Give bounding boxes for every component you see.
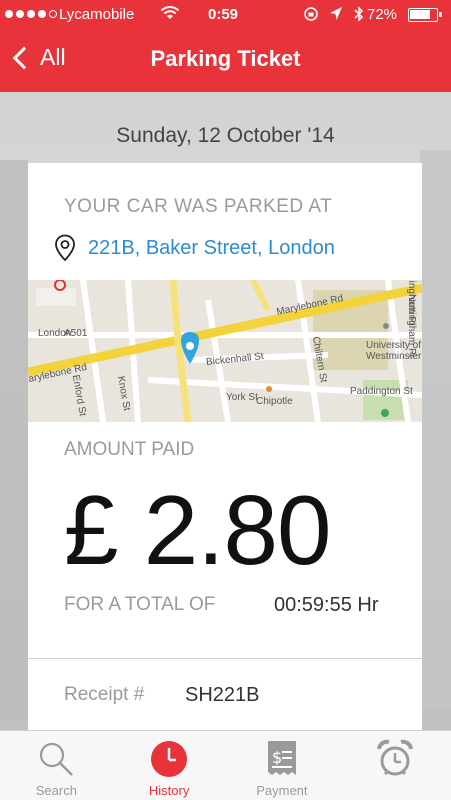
receipt-number: SH221B [185, 684, 260, 706]
background-building [420, 150, 451, 710]
wifi-icon [160, 6, 180, 19]
status-time: 0:59 [208, 6, 239, 23]
clock-icon [151, 741, 188, 777]
tab-search[interactable]: Search [0, 731, 113, 800]
map-label: Bingham Pl [406, 280, 418, 326]
location-icon [330, 7, 342, 20]
bluetooth-icon [354, 6, 364, 22]
map-label: A501 [64, 328, 88, 339]
battery-icon [408, 8, 442, 22]
location-map[interactable]: Marylebone Rd arylebone Rd London A501 B… [28, 280, 422, 422]
receipt-card: Receipt # SH221B [28, 658, 422, 730]
receipt-label: Receipt # [64, 684, 145, 705]
tab-history[interactable]: History [113, 731, 226, 800]
rotation-lock-icon [304, 7, 318, 21]
map-label: Chipotle [256, 396, 293, 407]
amount-paid-value: £ 2.80 [64, 475, 331, 585]
map-label: Paddington St [350, 386, 413, 397]
tab-alarm[interactable] [338, 731, 451, 800]
ticket-date: Sunday, 12 October '14 [116, 124, 335, 147]
map-graphic [28, 280, 422, 422]
receipt-icon: $ [267, 741, 296, 775]
parked-address[interactable]: 221B, Baker Street, London [88, 237, 335, 260]
carrier-name: Lycamobile [59, 6, 135, 23]
amount-paid-label: AMOUNT PAID [64, 439, 195, 460]
page-title: Parking Ticket [150, 46, 301, 71]
background-building [0, 160, 28, 720]
status-bar: Lycamobile 0:59 72% [0, 0, 451, 30]
tab-bar: Search History $ Payment [0, 730, 451, 800]
parked-location-card: YOUR CAR WAS PARKED AT 221B, Baker Stree… [28, 163, 422, 280]
location-pin-icon [55, 234, 75, 262]
total-duration-label: FOR A TOTAL OF [64, 594, 216, 615]
navigation-bar: All Parking Ticket [0, 30, 451, 92]
alarm-icon [376, 739, 413, 776]
parked-label: YOUR CAR WAS PARKED AT [64, 196, 333, 217]
tab-label: Payment [256, 783, 308, 798]
battery-percent: 72% [367, 6, 398, 23]
total-duration-value: 00:59:55 Hr [274, 594, 379, 616]
tab-label: History [148, 783, 190, 798]
address-row[interactable]: 221B, Baker Street, London [54, 234, 335, 262]
search-icon [40, 742, 74, 776]
top-bar: Lycamobile 0:59 72% All Parking Ticket [0, 0, 451, 92]
tab-label: Search [35, 783, 77, 798]
amount-card: AMOUNT PAID £ 2.80 FOR A TOTAL OF 00:59:… [28, 422, 422, 658]
signal-strength-icon [5, 10, 57, 18]
svg-text:$: $ [272, 748, 282, 767]
tab-payment[interactable]: $ Payment [226, 731, 339, 800]
map-label: York St [226, 392, 258, 403]
